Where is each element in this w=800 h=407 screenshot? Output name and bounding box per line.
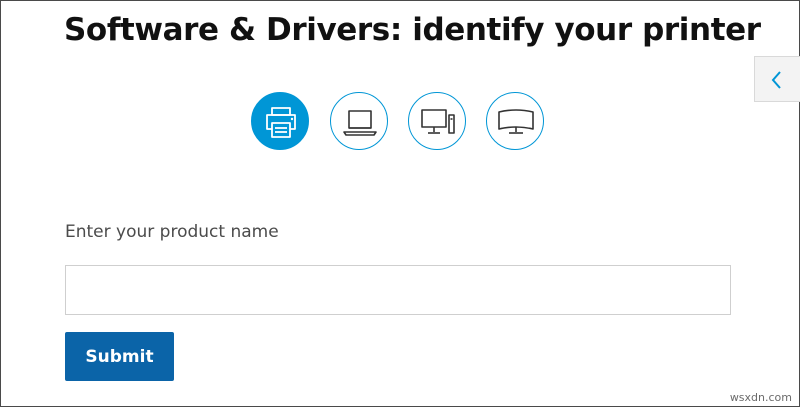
device-type-printer[interactable] xyxy=(251,92,309,150)
chevron-left-icon xyxy=(771,71,781,89)
device-type-monitor[interactable] xyxy=(486,92,544,150)
side-panel-toggle[interactable] xyxy=(754,56,800,102)
device-type-desktop[interactable] xyxy=(408,92,466,150)
page-title: Software & Drivers: identify your printe… xyxy=(64,12,761,48)
submit-button[interactable]: Submit xyxy=(65,332,174,381)
laptop-icon xyxy=(343,110,377,136)
product-name-label: Enter your product name xyxy=(65,222,279,242)
printer-icon xyxy=(266,107,296,138)
product-name-input[interactable] xyxy=(65,265,731,315)
device-type-selector xyxy=(251,92,551,152)
device-type-laptop[interactable] xyxy=(330,92,388,150)
desktop-icon xyxy=(421,109,455,134)
watermark: wsxdn.com xyxy=(729,391,792,404)
monitor-icon xyxy=(498,109,534,134)
